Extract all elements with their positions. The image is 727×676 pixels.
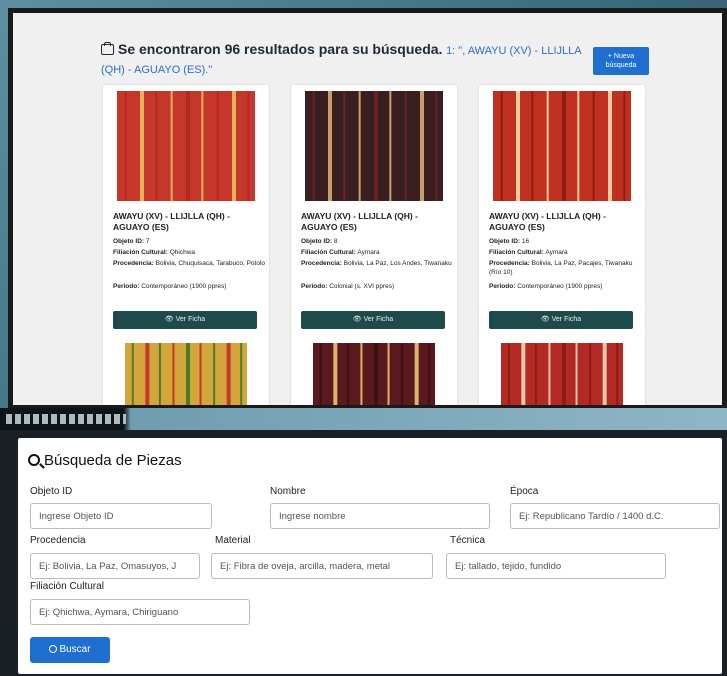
card-title: AWAYU (XV) - LLIJLLA (QH) - AGUAYO (ES) — [489, 211, 606, 232]
textile-thumbnail[interactable] — [501, 343, 623, 405]
epoch-label: Época — [510, 486, 539, 497]
search-title: Búsqueda de Piezas — [28, 452, 182, 469]
card-origin: Procedencia: Bolivia, Chuquisaca, Tarabu… — [113, 260, 266, 267]
result-card: AWAYU (XV) - LLIJLLA (QH) - AGUAYO (ES) … — [291, 85, 457, 405]
result-card: AWAYU (XV) - LLIJLLA (QH) - AGUAYO (ES) … — [103, 85, 269, 405]
card-cultural: Filiación Cultural: Qhichwa — [113, 249, 196, 256]
search-form: Búsqueda de Piezas Objeto ID Nombre Époc… — [18, 438, 722, 674]
results-panel: Se encontraron 96 resultados para su bús… — [13, 13, 722, 405]
card-origin: Procedencia: Bolivia, La Paz, Pacajes, T… — [489, 260, 633, 276]
results-header: Se encontraron 96 resultados para su bús… — [101, 41, 591, 79]
card-object-id: Objeto ID: 16 — [489, 238, 530, 245]
view-record-button[interactable]: 👁 Ver Ficha — [489, 311, 633, 329]
search-icon — [49, 645, 58, 653]
object-id-label: Objeto ID — [30, 486, 73, 497]
view-record-button[interactable]: 👁 Ver Ficha — [301, 311, 445, 329]
origin-input[interactable] — [30, 553, 200, 579]
epoch-input[interactable] — [510, 503, 720, 529]
cultural-label: Filiación Cultural — [30, 581, 104, 592]
card-title: AWAYU (XV) - LLIJLLA (QH) - AGUAYO (ES) — [301, 211, 418, 232]
card-period: Periodo: Contemporáneo (1900 ppres) — [489, 283, 603, 290]
textile-thumbnail[interactable] — [125, 343, 247, 405]
textile-thumbnail[interactable] — [117, 91, 255, 201]
card-origin: Procedencia: Bolivia, La Paz, Los Andes,… — [301, 260, 452, 267]
name-label: Nombre — [270, 486, 306, 497]
card-object-id: Objeto ID: 8 — [301, 238, 338, 245]
textile-thumbnail[interactable] — [493, 91, 631, 201]
search-window: Búsqueda de Piezas Objeto ID Nombre Époc… — [0, 408, 727, 676]
card-cultural: Filiación Cultural: Aymara — [301, 249, 380, 256]
result-card: AWAYU (XV) - LLIJLLA (QH) - AGUAYO (ES) … — [479, 85, 645, 405]
results-count: Se encontraron 96 resultados para su bús… — [118, 41, 443, 57]
titlebar-pattern — [6, 414, 126, 424]
card-title: AWAYU (XV) - LLIJLLA (QH) - AGUAYO (ES) — [113, 211, 230, 232]
technique-input[interactable] — [446, 553, 666, 579]
briefcase-icon — [101, 42, 114, 55]
technique-label: Técnica — [450, 535, 486, 546]
search-icon — [28, 454, 40, 466]
cultural-input[interactable] — [30, 599, 250, 625]
origin-label: Procedencia — [30, 535, 86, 546]
window-titlebar[interactable] — [0, 408, 727, 430]
name-input[interactable] — [270, 503, 490, 529]
card-period: Periodo: Colonial (s. XVI ppres) — [301, 283, 395, 290]
search-button[interactable]: Buscar — [30, 637, 110, 663]
results-window: Se encontraron 96 resultados para su bús… — [8, 8, 727, 410]
textile-thumbnail[interactable] — [305, 91, 443, 201]
card-object-id: Objeto ID: 7 — [113, 238, 150, 245]
material-input[interactable] — [211, 553, 433, 579]
object-id-input[interactable] — [30, 503, 212, 529]
textile-thumbnail[interactable] — [313, 343, 435, 405]
new-search-button[interactable]: + Nueva búsqueda — [593, 47, 649, 75]
card-period: Periodo: Contemporáneo (1900 ppres) — [113, 283, 227, 290]
card-cultural: Filiación Cultural: Aymara — [489, 249, 568, 256]
view-record-button[interactable]: 👁 Ver Ficha — [113, 311, 257, 329]
material-label: Material — [215, 535, 251, 546]
